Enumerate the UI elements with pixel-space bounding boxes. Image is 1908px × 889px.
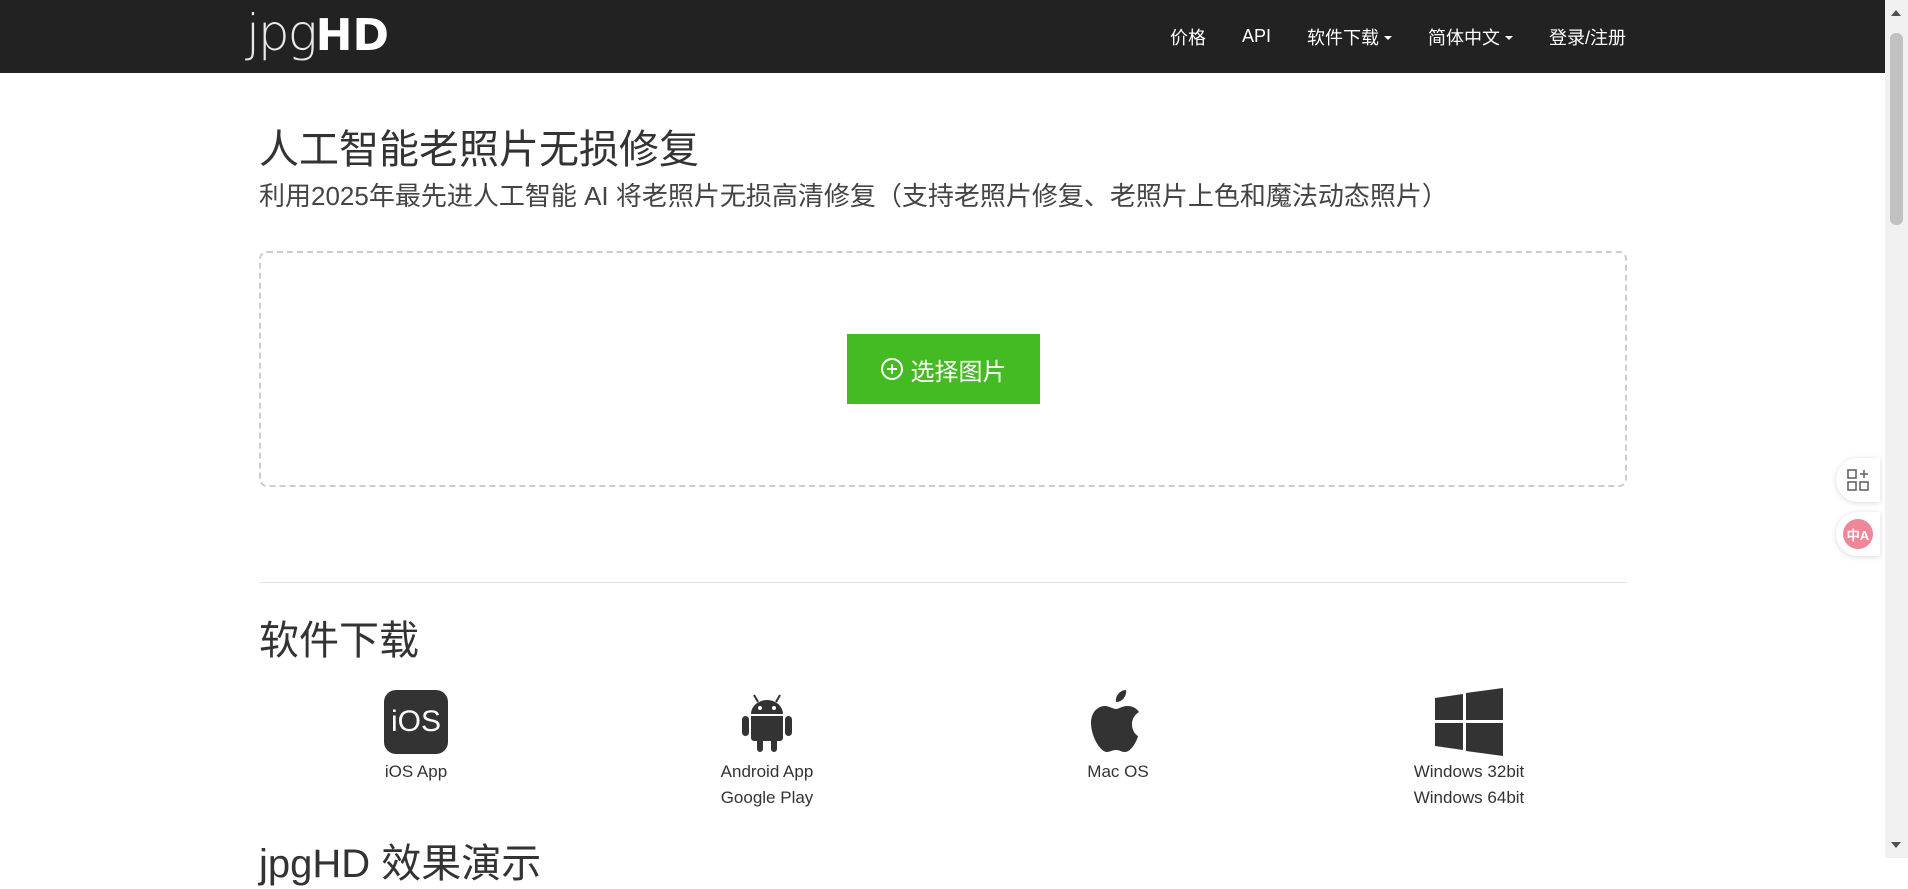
nav-login-link[interactable]: 登录/注册 [1531, 24, 1626, 50]
download-mac-label: Mac OS [1087, 762, 1149, 781]
download-windows-sublabel: Windows 64bit [1413, 788, 1525, 807]
caret-down-icon [1504, 35, 1513, 40]
caret-down-icon [1383, 35, 1392, 40]
download-android-sublabel: Google Play [720, 788, 814, 807]
plus-circle-icon [880, 358, 903, 380]
page-subtitle: 利用2025年最先进人工智能 AI 将老照片无损高清修复（支持老照片修复、老照片… [259, 181, 1448, 211]
translate-icon: 中A [1843, 519, 1873, 549]
apple-icon [1091, 690, 1139, 752]
scrollbar-thumb[interactable] [1890, 33, 1903, 225]
page-title: 人工智能老照片无损修复 [259, 128, 699, 172]
nav-menu: 价格 API 软件下载 简体中文 登录/注册 [1152, 0, 1626, 73]
download-ios-label: iOS App [384, 762, 448, 781]
download-ios[interactable]: iOS iOS App [316, 687, 516, 785]
downloads-section-title: 软件下载 [259, 619, 419, 663]
upload-dropzone[interactable]: 选择图片 [259, 251, 1627, 487]
apps-add-icon [1847, 469, 1869, 491]
scroll-down-arrow-icon[interactable] [1891, 842, 1901, 848]
download-android[interactable]: Android App Google Play [667, 687, 867, 811]
section-divider [259, 582, 1627, 583]
nav-api-link[interactable]: API [1224, 26, 1289, 47]
windows-icon [1435, 688, 1503, 756]
floating-apps-button[interactable] [1836, 458, 1880, 502]
nav-download-dropdown[interactable]: 软件下载 [1289, 24, 1410, 50]
download-windows-label: Windows 32bit [1413, 762, 1525, 781]
scroll-up-arrow-icon[interactable] [1891, 10, 1901, 16]
floating-translate-button[interactable]: 中A [1836, 512, 1880, 556]
android-icon [742, 694, 792, 752]
logo-text-bold: HD [315, 10, 389, 61]
nav-language-dropdown[interactable]: 简体中文 [1410, 24, 1531, 50]
logo-text-light: jpg [246, 4, 318, 62]
select-image-label: 选择图片 [910, 358, 1007, 386]
nav-price-link[interactable]: 价格 [1152, 24, 1224, 50]
jpghd-logo[interactable]: jpg HD [246, 4, 389, 64]
select-image-button[interactable]: 选择图片 [847, 334, 1040, 404]
nav-language-label: 简体中文 [1427, 27, 1500, 48]
vertical-scrollbar[interactable] [1885, 0, 1908, 858]
download-mac[interactable]: Mac OS [1018, 687, 1218, 785]
nav-download-label: 软件下载 [1306, 27, 1379, 48]
demo-section-title: jpgHD 效果演示 [259, 842, 542, 886]
ios-icon: iOS [384, 690, 448, 754]
download-windows[interactable]: Windows 32bit Windows 64bit [1369, 687, 1569, 811]
top-navbar: jpg HD 价格 API 软件下载 简体中文 登录/注册 [0, 0, 1885, 73]
download-android-label: Android App [720, 762, 814, 781]
